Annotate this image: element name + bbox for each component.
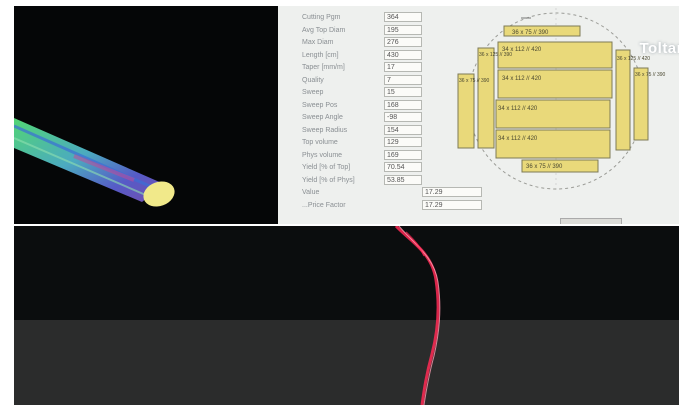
svg-text:34 x 112 // 420: 34 x 112 // 420: [498, 106, 538, 112]
parameter-value-field[interactable]: 70.54: [384, 162, 422, 172]
panel-button[interactable]: [560, 218, 622, 224]
board-right-outer: 36 x 75 // 390: [633, 67, 666, 141]
laser-line: [394, 226, 441, 405]
cutting-pattern-diagram: 36 x 75 // 390 34 x 112 // 420 34 x 112 …: [457, 8, 666, 191]
parameter-label: Top volume: [302, 139, 338, 146]
parameter-value-field[interactable]: 169: [384, 149, 422, 160]
parameter-label: Avg Top Diam: [302, 26, 346, 34]
brand-logo: Toltar: [639, 40, 679, 57]
parameter-value-field[interactable]: 15: [384, 87, 422, 97]
parameter-value-field[interactable]: 154: [384, 124, 422, 135]
parameter-value-field[interactable]: 276: [384, 37, 422, 47]
parameter-value-field[interactable]: 168: [384, 99, 422, 110]
parameter-label: Yield [% of Phys]: [302, 176, 355, 184]
parameter-label: Sweep Radius: [302, 126, 348, 134]
parameter-value-field[interactable]: 129: [384, 137, 422, 147]
parameter-value-field[interactable]: -98: [384, 112, 422, 122]
video-frame: Cutting Pgm 364 Avg Top Diam 195 Max Diam 276…: [0, 0, 679, 405]
parameter-label: Value: [302, 189, 320, 196]
svg-text:36 x 125 // 390: 36 x 125 // 390: [479, 52, 512, 58]
svg-text:36 x 75 // 390: 36 x 75 // 390: [459, 78, 490, 84]
parameter-value-field[interactable]: 53.85: [384, 174, 422, 185]
board-top: 36 x 75 // 390: [503, 25, 581, 37]
parameter-value-field[interactable]: 7: [384, 74, 422, 85]
parameter-label: Length [cm]: [302, 51, 339, 59]
svg-text:34 x 112 // 420: 34 x 112 // 420: [502, 76, 542, 82]
parameter-label: Phys volume: [302, 151, 343, 159]
svg-text:34 x 112 // 420: 34 x 112 // 420: [498, 136, 538, 142]
parameter-label: Taper [mm/m]: [302, 64, 345, 71]
log-3d-viewport[interactable]: [14, 6, 278, 224]
svg-text:36 x 75 // 390: 36 x 75 // 390: [526, 164, 563, 170]
parameter-value-field[interactable]: 195: [384, 24, 422, 35]
parameter-label: Max Diam: [302, 39, 334, 46]
parameter-label: Sweep: [302, 89, 324, 96]
laser-scanner-view: [14, 226, 679, 405]
board-bottom: 36 x 75 // 390: [521, 159, 599, 173]
parameter-label: Quality: [302, 76, 324, 84]
board-center-4: 34 x 112 // 420: [495, 129, 611, 159]
board-center-2: 34 x 112 // 420: [497, 69, 613, 99]
parameter-label: ...Price Factor: [302, 201, 346, 209]
parameter-value-field[interactable]: 430: [384, 49, 422, 60]
parameter-label: Yield [% of Top]: [302, 164, 351, 171]
board-center-3: 34 x 112 // 420: [495, 99, 611, 129]
sawmill-optimizer-panel: Cutting Pgm 364 Avg Top Diam 195 Max Diam 276…: [278, 6, 679, 224]
parameter-label: Sweep Pos: [302, 101, 338, 109]
log-3d-model: [14, 118, 175, 207]
parameter-label: Cutting Pgm: [302, 14, 341, 21]
svg-text:36 x 75 // 390: 36 x 75 // 390: [512, 30, 549, 36]
parameter-label: Sweep Angle: [302, 114, 343, 121]
parameter-value-field[interactable]: 17: [384, 62, 422, 72]
svg-text:36 x 75 // 390: 36 x 75 // 390: [635, 72, 666, 78]
board-center-1: 34 x 112 // 420: [497, 41, 613, 69]
parameter-value-field[interactable]: 364: [384, 12, 422, 22]
